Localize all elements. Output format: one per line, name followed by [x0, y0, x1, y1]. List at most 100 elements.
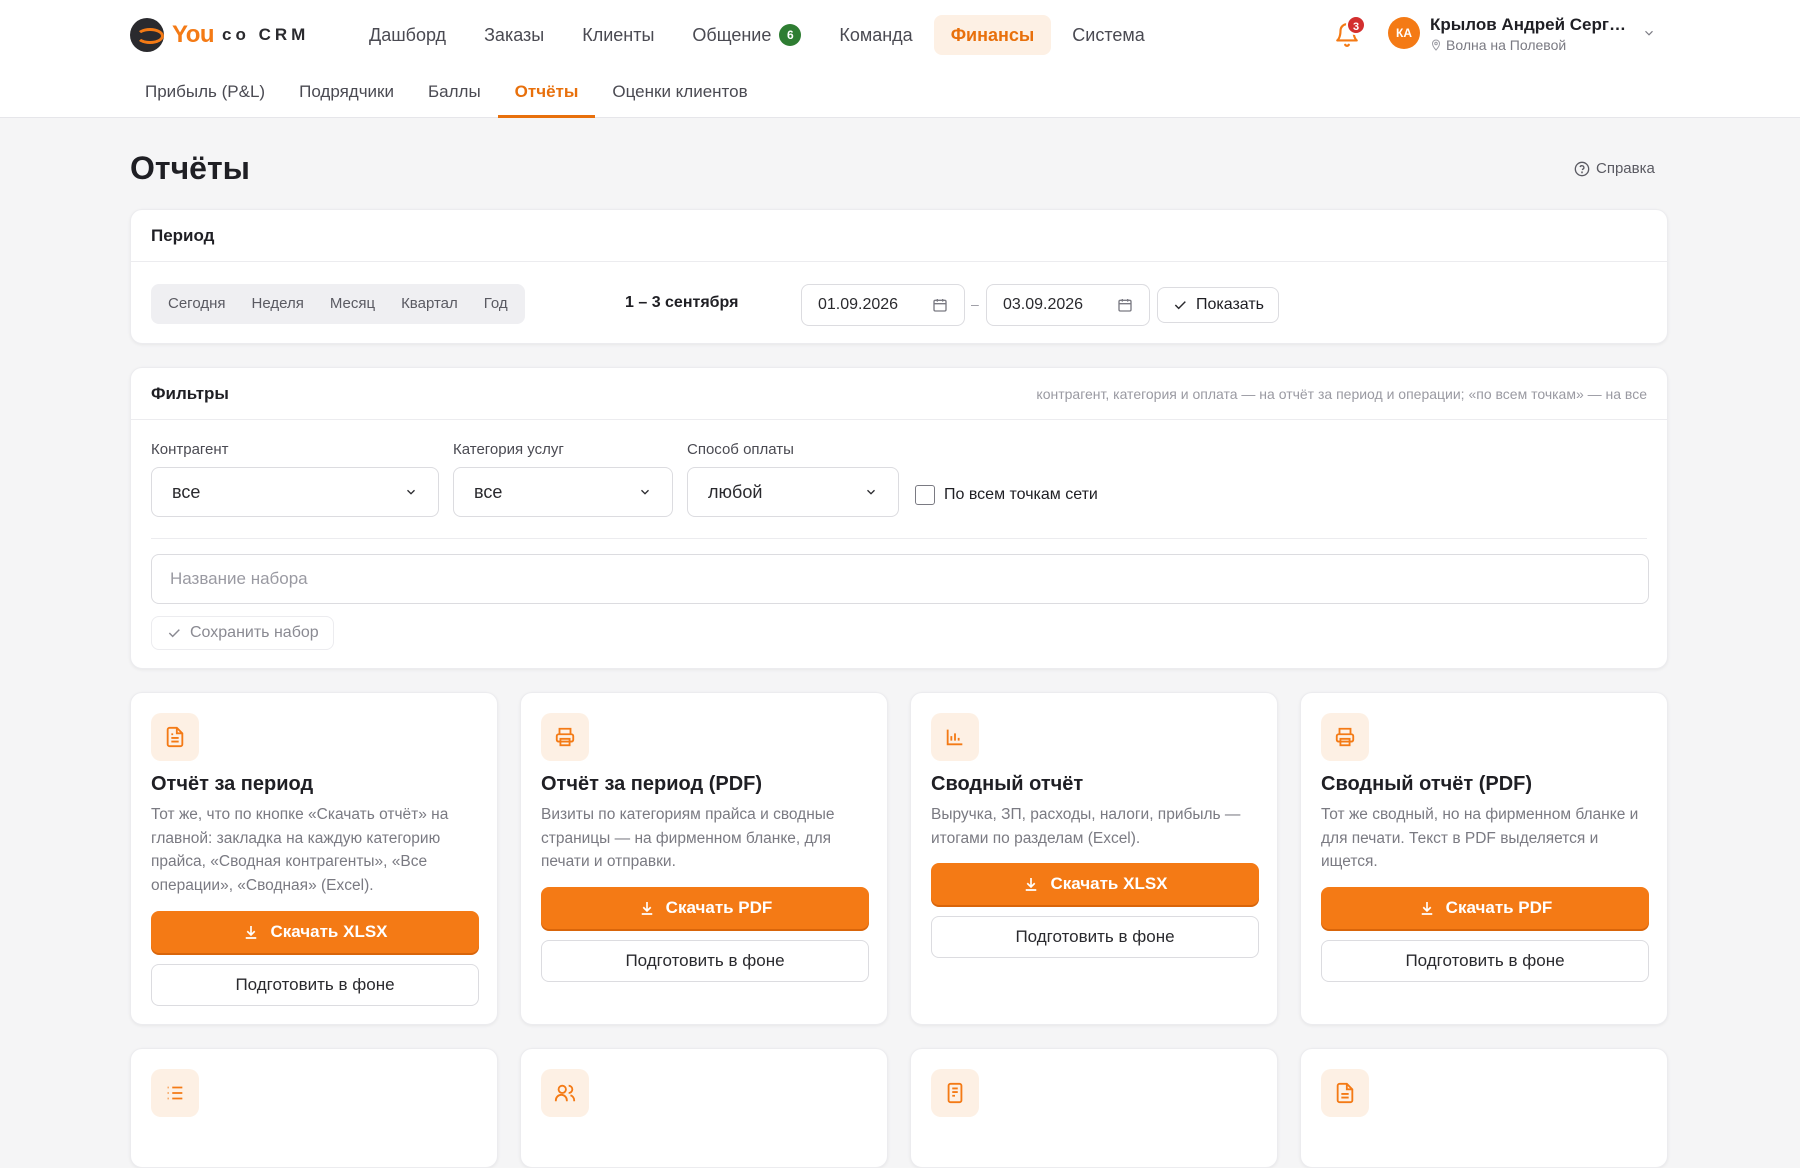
- preset-year[interactable]: Год: [471, 284, 521, 324]
- counterparty-select[interactable]: все: [151, 467, 439, 517]
- tab-client-ratings[interactable]: Оценки клиентов: [595, 68, 764, 118]
- date-from-input[interactable]: 01.09.2026: [801, 284, 965, 326]
- brand-rest: co CRM: [222, 25, 310, 44]
- list-icon: [151, 1069, 199, 1117]
- tab-reports[interactable]: Отчёты: [497, 68, 596, 118]
- filters-card: Фильтры контрагент, категория и оплата —…: [130, 367, 1668, 669]
- nav-item-orders[interactable]: Заказы: [467, 15, 561, 55]
- tab-points[interactable]: Баллы: [411, 68, 498, 118]
- download-xlsx-button[interactable]: Скачать XLSX: [151, 911, 479, 953]
- button-label: Скачать XLSX: [1050, 874, 1168, 893]
- download-icon: [1022, 875, 1040, 893]
- date-from-value: 01.09.2026: [818, 296, 899, 313]
- payment-select[interactable]: любой: [687, 467, 899, 517]
- save-set-label: Сохранить набор: [190, 624, 319, 641]
- bar-chart-icon: [931, 713, 979, 761]
- report-description: Визиты по категориям прайса и сводные ст…: [541, 806, 835, 870]
- nav-label: Команда: [839, 25, 913, 45]
- date-to-input[interactable]: 03.09.2026: [986, 284, 1150, 326]
- page-title: Отчёты: [130, 150, 250, 186]
- counterparty-label: Контрагент: [151, 441, 229, 458]
- show-button-label: Показать: [1196, 296, 1265, 313]
- period-header: Период: [131, 210, 1667, 262]
- prepare-background-button[interactable]: Подготовить в фоне: [151, 964, 479, 1006]
- document-icon: [151, 713, 199, 761]
- period-title: Период: [151, 225, 215, 245]
- date-separator: –: [971, 296, 979, 312]
- report-card: [910, 1048, 1278, 1168]
- filters-header: Фильтры контрагент, категория и оплата —…: [131, 368, 1667, 420]
- download-xlsx-button[interactable]: Скачать XLSX: [931, 863, 1259, 905]
- brand-you: You: [172, 21, 215, 48]
- nav-item-finance[interactable]: Финансы: [933, 15, 1052, 55]
- preset-today[interactable]: Сегодня: [155, 284, 239, 324]
- user-name[interactable]: Крылов Андрей Сергее...: [1430, 15, 1630, 35]
- show-button[interactable]: Показать: [1157, 287, 1280, 323]
- button-label: Скачать XLSX: [270, 922, 388, 941]
- report-card: [520, 1048, 888, 1168]
- location-pin-icon: [1430, 39, 1442, 51]
- nav-item-system[interactable]: Система: [1055, 15, 1162, 55]
- chevron-down-icon: [864, 485, 878, 499]
- report-title: Сводный отчёт: [931, 773, 1084, 795]
- check-icon: [1172, 297, 1188, 313]
- preset-month[interactable]: Месяц: [317, 284, 388, 324]
- user-location-text: Волна на Полевой: [1446, 37, 1567, 53]
- help-label: Справка: [1596, 160, 1655, 177]
- filters-hint: контрагент, категория и оплата — на отчё…: [1036, 385, 1647, 402]
- category-label: Категория услуг: [453, 441, 564, 458]
- nav-label: Общение: [692, 25, 772, 45]
- set-name-input[interactable]: Название набора: [151, 554, 1649, 604]
- sub-nav: Прибыль (P&L) Подрядчики Баллы Отчёты Оц…: [128, 68, 765, 118]
- category-value: все: [474, 481, 503, 502]
- download-icon: [1418, 899, 1436, 917]
- report-card: [1300, 1048, 1668, 1168]
- nav-item-dashboard[interactable]: Дашборд: [352, 15, 463, 55]
- nav-item-communication[interactable]: Общение 6: [675, 15, 818, 55]
- report-card-summary-pdf: Сводный отчёт (PDF) Тот же сводный, но н…: [1300, 692, 1668, 1025]
- printer-icon: [541, 713, 589, 761]
- tab-contractors[interactable]: Подрядчики: [282, 68, 411, 118]
- tab-profit[interactable]: Прибыль (P&L): [128, 68, 282, 118]
- download-icon: [638, 899, 656, 917]
- notification-badge: 3: [1346, 15, 1366, 35]
- button-label: Скачать PDF: [665, 898, 773, 917]
- help-icon: [1574, 161, 1590, 177]
- nav-item-team[interactable]: Команда: [822, 15, 929, 55]
- brand-logo[interactable]: You co CRM: [130, 17, 309, 53]
- report-title: Отчёт за период: [151, 773, 314, 795]
- nav-item-clients[interactable]: Клиенты: [565, 15, 671, 55]
- prepare-background-button[interactable]: Подготовить в фоне: [541, 940, 869, 982]
- main-nav: Дашборд Заказы Клиенты Общение 6 Команда …: [352, 15, 1162, 55]
- report-title: Отчёт за период (PDF): [541, 773, 763, 795]
- preset-quarter[interactable]: Квартал: [388, 284, 471, 324]
- download-pdf-button[interactable]: Скачать PDF: [1321, 887, 1649, 929]
- avatar[interactable]: КА: [1388, 17, 1420, 49]
- chevron-down-icon[interactable]: [1642, 26, 1656, 40]
- download-pdf-button[interactable]: Скачать PDF: [541, 887, 869, 929]
- all-points-checkbox[interactable]: По всем точкам сети: [915, 485, 1098, 505]
- report-card: [130, 1048, 498, 1168]
- report-description: Тот же, что по кнопке «Скачать отчёт» на…: [151, 806, 449, 894]
- unread-badge: 6: [779, 24, 802, 46]
- calendar-icon: [932, 297, 948, 313]
- checkbox-box[interactable]: [915, 485, 935, 505]
- logo-mark-icon: [130, 18, 164, 52]
- download-icon: [242, 923, 260, 941]
- all-points-label: По всем точкам сети: [944, 486, 1098, 503]
- button-label: Скачать PDF: [1445, 898, 1553, 917]
- document-icon: [1321, 1069, 1369, 1117]
- preset-week[interactable]: Неделя: [239, 284, 317, 324]
- nav-label: Клиенты: [582, 25, 655, 45]
- printer-icon: [1321, 713, 1369, 761]
- chevron-down-icon: [404, 485, 418, 499]
- prepare-background-button[interactable]: Подготовить в фоне: [931, 916, 1259, 958]
- date-to-value: 03.09.2026: [1003, 296, 1084, 313]
- save-set-button[interactable]: Сохранить набор: [151, 616, 334, 650]
- help-link[interactable]: Справка: [1574, 160, 1655, 177]
- calendar-icon: [1117, 297, 1133, 313]
- payment-value: любой: [708, 481, 763, 502]
- category-select[interactable]: все: [453, 467, 673, 517]
- prepare-background-button[interactable]: Подготовить в фоне: [1321, 940, 1649, 982]
- report-card-period-pdf: Отчёт за период (PDF) Визиты по категори…: [520, 692, 888, 1025]
